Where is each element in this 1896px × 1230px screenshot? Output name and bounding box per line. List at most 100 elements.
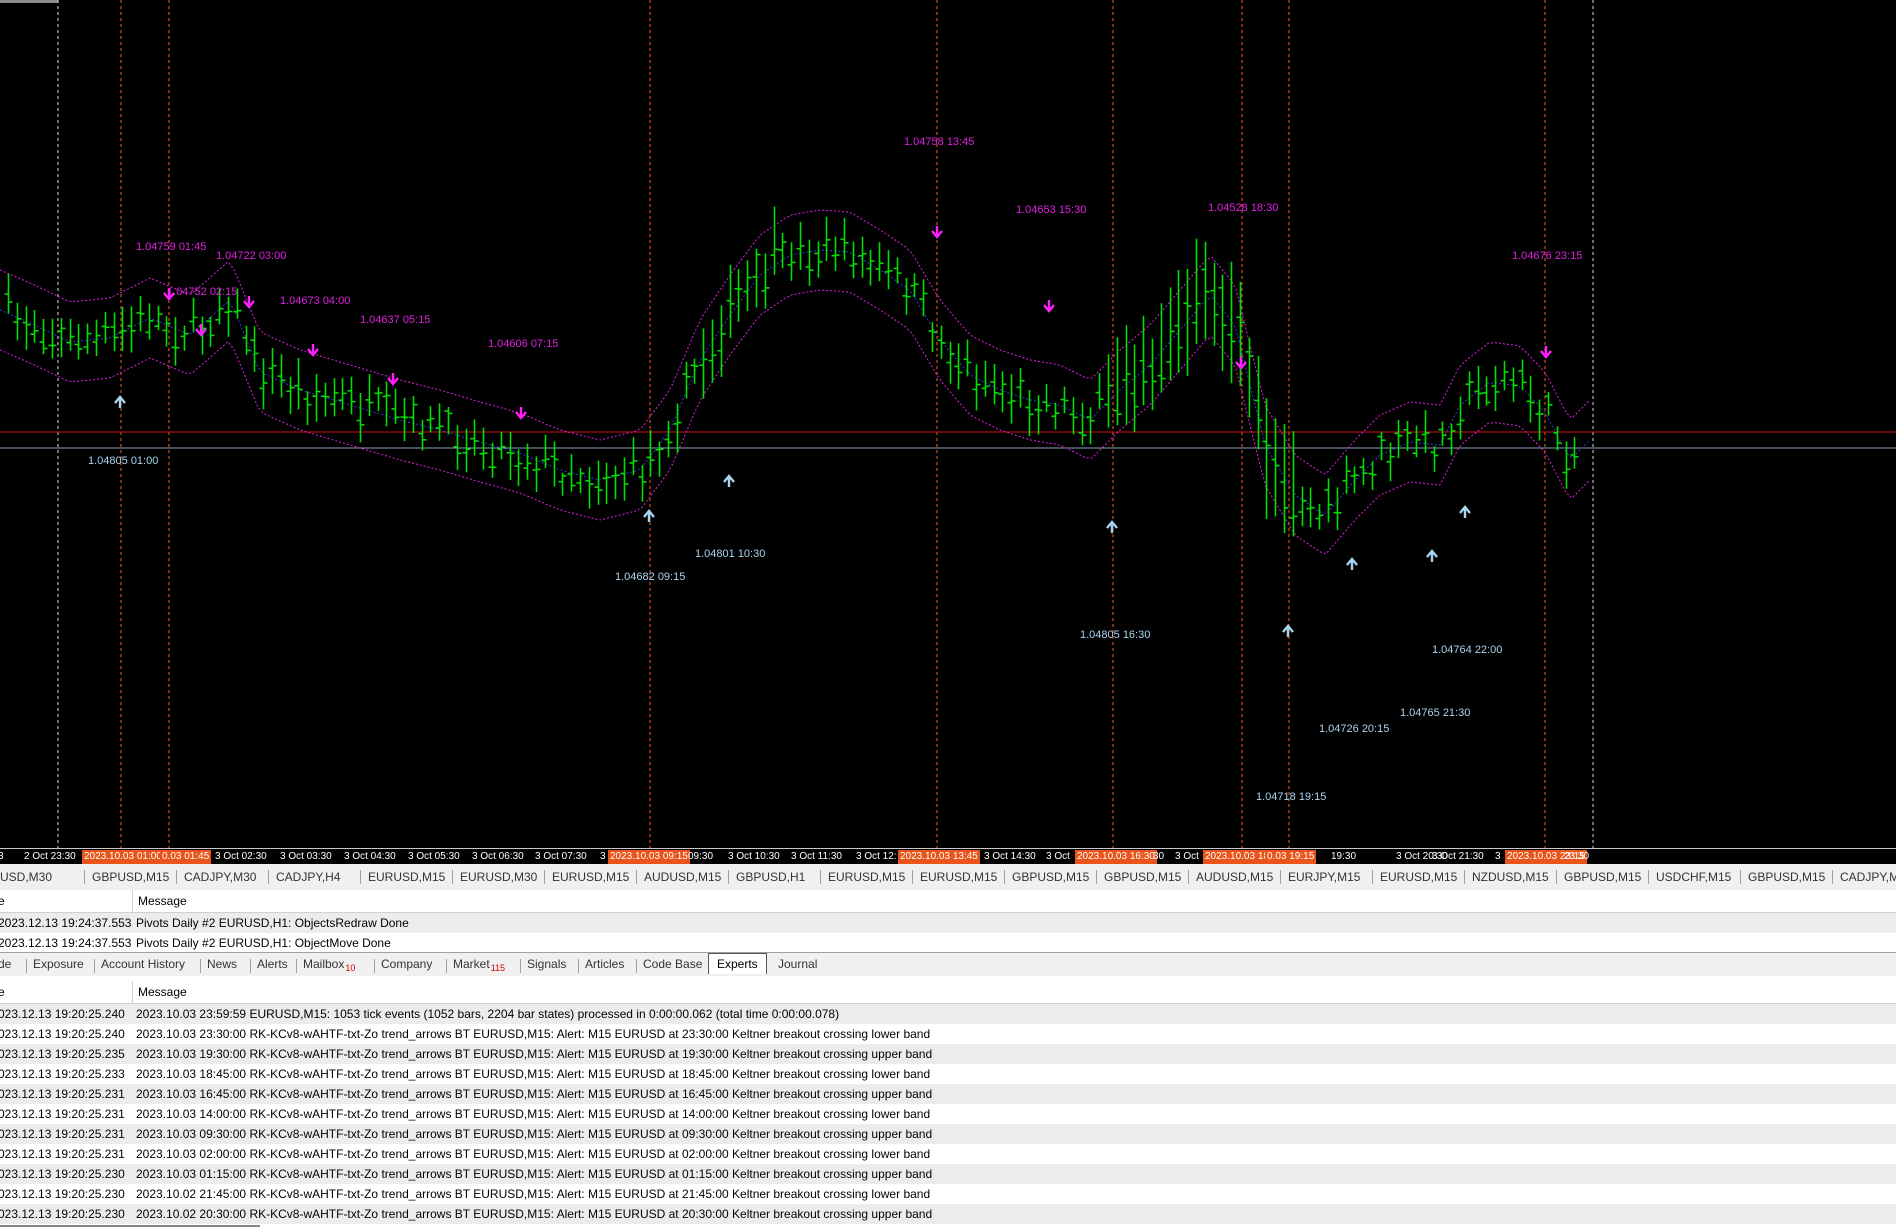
experts-row[interactable]: 023.12.13 19:20:25.240 2023.10.03 23:59:5…: [0, 1004, 1896, 1024]
tab-count-badge: 115: [490, 963, 506, 973]
terminal-tab-exposure[interactable]: Exposure: [33, 957, 84, 971]
price-label-bottom: 1.04764 22:00: [1432, 644, 1502, 656]
time-axis-label: 3 Oct: [1175, 851, 1199, 862]
terminal-tab-label: Signals: [527, 957, 567, 971]
symbol-tab[interactable]: AUDUSD,M15: [644, 870, 721, 884]
time-axis-marker: 2023.10.03 01:00: [82, 850, 164, 864]
experts-row[interactable]: 023.12.13 19:20:25.231 2023.10.03 14:00:0…: [0, 1104, 1896, 1124]
symbol-tab[interactable]: GBPUSD,M15: [1564, 870, 1641, 884]
symbol-tab[interactable]: GBPUSD,M15: [1012, 870, 1089, 884]
symbol-tab[interactable]: GBPUSD,M15: [1104, 870, 1181, 884]
symbol-tab[interactable]: CADJPY,H4: [276, 870, 340, 884]
symbol-tab[interactable]: GBPUSD,M15: [92, 870, 169, 884]
column-divider[interactable]: [132, 890, 133, 912]
time-axis-label: 19:30: [1331, 851, 1357, 862]
symbol-tab[interactable]: GBPUSD,H1: [736, 870, 805, 884]
time-axis-label: 3 Oct 02:30: [215, 851, 267, 862]
terminal-tab-de[interactable]: de: [0, 957, 11, 971]
column-divider[interactable]: [132, 981, 133, 1003]
terminal-tab-company[interactable]: Company: [381, 957, 432, 971]
symbol-tab[interactable]: AUDUSD,M15: [1196, 870, 1273, 884]
terminal-tab-experts[interactable]: Experts: [708, 953, 767, 974]
bottom-scroll-rule[interactable]: [0, 1225, 260, 1227]
experts-row[interactable]: 023.12.13 19:20:25.231 2023.10.03 16:45:0…: [0, 1084, 1896, 1104]
terminal-tab-account-history[interactable]: Account History: [101, 957, 185, 971]
time-axis-label: 09:30: [688, 851, 714, 862]
experts-col-time[interactable]: e: [0, 985, 5, 999]
terminal-tab-alerts[interactable]: Alerts: [257, 957, 288, 971]
terminal-tab-code-base[interactable]: Code Base: [643, 957, 702, 971]
tab-separator: [1372, 870, 1373, 884]
time-axis-label: 3 Oct 10:30: [728, 851, 780, 862]
log-message: 2023.10.03 19:30:00 RK-KCv8-wAHTF-txt-Zo…: [136, 1047, 933, 1061]
terminal-tab-label: Experts: [717, 957, 758, 971]
log-message: 2023.10.03 14:00:00 RK-KCv8-wAHTF-txt-Zo…: [136, 1107, 931, 1121]
journal-row[interactable]: 2023.12.13 19:24:37.553 Pivots Daily #2 E…: [0, 913, 1896, 933]
up-arrow-icon: [1426, 549, 1438, 562]
symbol-tab[interactable]: CADJPY,M15: [1840, 870, 1896, 884]
log-time: 023.12.13 19:20:25.231: [0, 1087, 125, 1101]
terminal-tab-label: Account History: [101, 957, 186, 971]
tab-separator: [452, 870, 453, 884]
tab-separator: [94, 959, 95, 973]
terminal-tab-mailbox[interactable]: Mailbox10: [303, 957, 355, 973]
symbol-tab[interactable]: EURUSD,M15: [828, 870, 905, 884]
log-time: 023.12.13 19:20:25.230: [0, 1167, 125, 1181]
symbol-tab[interactable]: EURUSD,M15: [368, 870, 445, 884]
experts-row[interactable]: 023.12.13 19:20:25.231 2023.10.03 02:00:0…: [0, 1144, 1896, 1164]
tab-separator: [200, 959, 201, 973]
log-message: 2023.10.03 02:00:00 RK-KCv8-wAHTF-txt-Zo…: [136, 1147, 931, 1161]
tab-separator: [578, 959, 579, 973]
symbol-tab[interactable]: EURUSD,M15: [920, 870, 997, 884]
symbol-tab[interactable]: CADJPY,M30: [184, 870, 256, 884]
terminal-tab-articles[interactable]: Articles: [585, 957, 624, 971]
terminal-tab-signals[interactable]: Signals: [527, 957, 566, 971]
journal-col-message[interactable]: Message: [138, 894, 187, 908]
time-axis-label: 3 Oct 06:30: [472, 851, 524, 862]
tab-separator: [1832, 870, 1833, 884]
terminal-tabs: de Exposure Account History News Alerts Mailb…: [0, 952, 1896, 978]
journal-row[interactable]: 2023.12.13 19:24:37.553 Pivots Daily #2 E…: [0, 933, 1896, 952]
up-arrow-icon: [643, 509, 655, 522]
terminal-tab-news[interactable]: News: [207, 957, 237, 971]
experts-row[interactable]: 023.12.13 19:20:25.230 2023.10.02 20:30:0…: [0, 1204, 1896, 1224]
down-arrow-icon: [515, 407, 527, 420]
experts-row[interactable]: 023.12.13 19:20:25.230 2023.10.03 01:15:0…: [0, 1164, 1896, 1184]
tab-separator: [296, 959, 297, 973]
log-time: 023.12.13 19:20:25.240: [0, 1007, 125, 1021]
down-arrow-icon: [931, 226, 943, 239]
tab-separator: [520, 959, 521, 973]
symbol-tab[interactable]: EURUSD,M30: [460, 870, 537, 884]
up-arrow-icon: [1346, 557, 1358, 570]
terminal-tab-journal[interactable]: Journal: [778, 957, 817, 971]
time-axis-label: 3 Oct 12:: [856, 851, 897, 862]
symbol-tab[interactable]: EURJPY,M15: [1288, 870, 1360, 884]
time-axis-label: 3 Oct: [1046, 851, 1070, 862]
log-message: 2023.10.02 21:45:00 RK-KCv8-wAHTF-txt-Zo…: [136, 1187, 931, 1201]
symbol-tab[interactable]: USD,M30: [0, 870, 52, 884]
experts-col-message[interactable]: Message: [138, 985, 187, 999]
experts-row[interactable]: 023.12.13 19:20:25.230 2023.10.02 21:45:0…: [0, 1184, 1896, 1204]
symbol-tab[interactable]: EURUSD,M15: [1380, 870, 1457, 884]
journal-col-time[interactable]: e: [0, 894, 5, 908]
time-axis-label: 3 Oct 07:30: [535, 851, 587, 862]
tab-separator: [636, 959, 637, 973]
symbol-tab[interactable]: EURUSD,M15: [552, 870, 629, 884]
experts-row[interactable]: 023.12.13 19:20:25.233 2023.10.03 18:45:0…: [0, 1064, 1896, 1084]
symbol-tab[interactable]: GBPUSD,M15: [1748, 870, 1825, 884]
terminal-tab-market[interactable]: Market115: [453, 957, 505, 973]
time-axis-label: 3 Oct 04:30: [344, 851, 396, 862]
price-chart[interactable]: 1.04759 01:45 1.04722 03:00 1.04752 02:15 1…: [0, 0, 1896, 848]
experts-row[interactable]: 023.12.13 19:20:25.235 2023.10.03 19:30:0…: [0, 1044, 1896, 1064]
experts-row[interactable]: 023.12.13 19:20:25.231 2023.10.03 09:30:0…: [0, 1124, 1896, 1144]
symbol-tab[interactable]: USDCHF,M15: [1656, 870, 1731, 884]
tab-separator: [1740, 870, 1741, 884]
price-label-bottom: 1.04718 19:15: [1256, 791, 1326, 803]
journal-header: e Message: [0, 890, 1896, 913]
chart-canvas[interactable]: 1.04759 01:45 1.04722 03:00 1.04752 02:15 1…: [0, 0, 1896, 848]
symbol-tab[interactable]: NZDUSD,M15: [1472, 870, 1549, 884]
tab-count-badge: 10: [345, 963, 356, 973]
tab-separator: [728, 870, 729, 884]
log-time: 2023.12.13 19:24:37.553: [0, 916, 132, 930]
experts-row[interactable]: 023.12.13 19:20:25.240 2023.10.03 23:30:0…: [0, 1024, 1896, 1044]
